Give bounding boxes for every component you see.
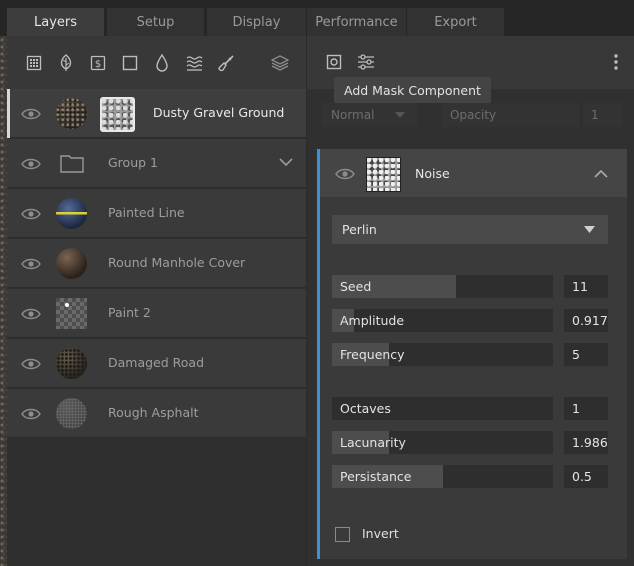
layers-toolbar: $ [7, 36, 306, 89]
chevron-down-icon[interactable] [279, 158, 293, 167]
noise-type-value: Perlin [342, 222, 377, 237]
layer-row-painted-line[interactable]: Painted Line [7, 189, 306, 238]
layer-row-paint-2[interactable]: Paint 2 [7, 289, 306, 338]
frequency-input[interactable]: 5 [564, 343, 608, 366]
waves-icon[interactable] [183, 52, 205, 74]
opacity-label: Opacity [450, 108, 497, 122]
dollar-icon[interactable]: $ [87, 52, 109, 74]
more-vertical-icon[interactable] [614, 53, 618, 71]
opacity-slider[interactable]: Opacity [442, 103, 580, 127]
eye-icon[interactable] [21, 204, 41, 224]
brush-icon[interactable] [215, 52, 237, 74]
param-label: Lacunarity [340, 435, 406, 450]
invert-checkbox[interactable] [335, 527, 350, 542]
layer-label: Paint 2 [108, 305, 151, 320]
param-label: Octaves [340, 401, 391, 416]
layer-row-dusty-gravel-ground[interactable]: Dusty Gravel Ground [7, 89, 306, 138]
tab-bar: Layers Setup Display Performance Export [0, 0, 634, 36]
layer-label: Painted Line [108, 205, 185, 220]
param-label: Seed [340, 279, 372, 294]
blend-mode-select[interactable]: Normal [321, 103, 417, 127]
eye-icon[interactable] [21, 304, 41, 324]
manhole-thumbnail [56, 248, 87, 279]
folder-icon [60, 155, 84, 173]
layer-label: Group 1 [108, 155, 158, 170]
leaf-icon[interactable] [55, 52, 77, 74]
octaves-slider[interactable]: Octaves [332, 397, 553, 420]
tab-performance[interactable]: Performance [307, 8, 407, 36]
tooltip: Add Mask Component [334, 77, 491, 103]
lacunarity-input[interactable]: 1.986 [564, 431, 608, 454]
svg-text:$: $ [95, 59, 101, 70]
noise-title: Noise [415, 166, 450, 181]
checker-thumbnail [56, 298, 87, 329]
caret-down-icon [395, 112, 405, 118]
noise-component: Noise Perlin Seed 11 Amplitude 0.917 Fre… [317, 149, 627, 559]
layer-label: Round Manhole Cover [108, 255, 246, 270]
lacunarity-slider[interactable]: Lacunarity [332, 431, 553, 454]
seed-input[interactable]: 11 [564, 275, 608, 298]
gravel-thumbnail [56, 98, 87, 129]
layers-stack-icon[interactable] [269, 52, 291, 74]
mask-add-icon[interactable] [326, 54, 342, 70]
asphalt-thumbnail [56, 398, 87, 429]
chevron-up-icon[interactable] [594, 169, 608, 178]
eye-icon[interactable] [21, 254, 41, 274]
layers-panel: $ Dusty Gravel Ground Group 1 Painted Li… [7, 36, 306, 566]
layer-label: Rough Asphalt [108, 405, 199, 420]
layer-row-damaged-road[interactable]: Damaged Road [7, 339, 306, 388]
eye-icon[interactable] [21, 154, 41, 174]
noise-thumbnail [366, 157, 401, 192]
noise-header[interactable]: Noise [320, 149, 627, 197]
layer-row-group-1[interactable]: Group 1 [7, 139, 306, 188]
mask-thumbnail[interactable] [100, 97, 135, 132]
damaged-road-thumbnail [56, 348, 87, 379]
tab-layers[interactable]: Layers [7, 8, 105, 36]
selection-indicator [7, 89, 10, 138]
grid-fill-icon[interactable] [23, 52, 45, 74]
tooltip-text: Add Mask Component [344, 82, 481, 98]
square-icon[interactable] [119, 52, 141, 74]
layer-row-round-manhole-cover[interactable]: Round Manhole Cover [7, 239, 306, 288]
invert-label: Invert [362, 526, 399, 541]
caret-down-icon [584, 226, 595, 233]
octaves-input[interactable]: 1 [564, 397, 608, 420]
layer-label: Damaged Road [108, 355, 205, 370]
param-label: Persistance [340, 469, 412, 484]
sliders-icon[interactable] [357, 54, 375, 70]
persistance-slider[interactable]: Persistance [332, 465, 553, 488]
drop-icon[interactable] [151, 52, 173, 74]
amplitude-input[interactable]: 0.917 [564, 309, 608, 332]
viewport-texture-edge [0, 36, 7, 566]
param-label: Amplitude [340, 313, 405, 328]
paint-dot [65, 303, 69, 307]
param-label: Frequency [340, 347, 405, 362]
tab-setup[interactable]: Setup [107, 8, 205, 36]
eye-icon[interactable] [21, 104, 41, 124]
blend-mode-value: Normal [331, 108, 375, 122]
tab-export[interactable]: Export [407, 8, 505, 36]
tab-display[interactable]: Display [207, 8, 307, 36]
persistance-input[interactable]: 0.5 [564, 465, 608, 488]
amplitude-slider[interactable]: Amplitude [332, 309, 553, 332]
eye-icon[interactable] [335, 164, 355, 184]
properties-panel: Normal Opacity 1 Add Mask Component Nois… [307, 36, 634, 566]
seed-slider[interactable]: Seed [332, 275, 553, 298]
opacity-input[interactable]: 1 [583, 103, 623, 127]
layer-row-rough-asphalt[interactable]: Rough Asphalt [7, 389, 306, 438]
eye-icon[interactable] [21, 354, 41, 374]
noise-type-select[interactable]: Perlin [332, 215, 608, 244]
frequency-slider[interactable]: Frequency [332, 343, 553, 366]
layer-label: Dusty Gravel Ground [153, 105, 285, 120]
opacity-value: 1 [591, 108, 599, 122]
painted-line-thumbnail [56, 198, 87, 229]
eye-icon[interactable] [21, 404, 41, 424]
